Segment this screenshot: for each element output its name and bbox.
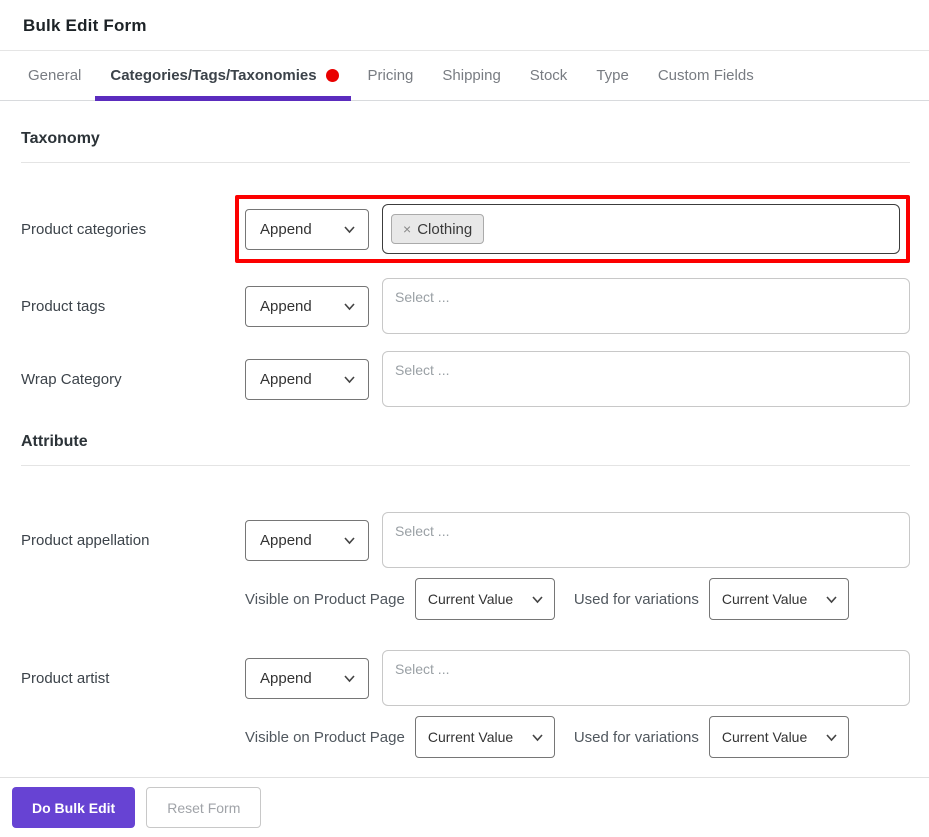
tab-pricing[interactable]: Pricing xyxy=(368,51,414,100)
chip-label: Clothing xyxy=(417,220,473,238)
placeholder-text: Select ... xyxy=(395,362,450,378)
tab-panel-content: Taxonomy Product categories Append × Clo… xyxy=(0,101,929,777)
tab-shipping[interactable]: Shipping xyxy=(442,51,500,100)
header: Bulk Edit Form xyxy=(0,0,929,51)
chevron-down-icon xyxy=(343,300,356,313)
tab-general[interactable]: General xyxy=(28,51,81,100)
product-tags-multiselect[interactable]: Select ... xyxy=(382,278,910,334)
used-for-variations-label: Used for variations xyxy=(573,728,699,746)
red-highlight-box: Append × Clothing xyxy=(235,195,910,263)
chevron-down-icon xyxy=(343,223,356,236)
used-for-variations-label: Used for variations xyxy=(573,590,699,608)
product-appellation-row: Product appellation Append Select ... xyxy=(21,512,910,568)
page-title: Bulk Edit Form xyxy=(23,16,147,35)
product-artist-label: Product artist xyxy=(21,669,110,687)
wrap-category-mode-select[interactable]: Append xyxy=(245,358,369,400)
product-categories-multiselect[interactable]: × Clothing xyxy=(382,204,900,254)
chevron-down-icon xyxy=(343,534,356,547)
selected-term-chip: × Clothing xyxy=(391,214,485,244)
artist-visible-select[interactable]: Current Value xyxy=(414,716,555,758)
product-artist-mode-select[interactable]: Append xyxy=(245,657,369,699)
tab-type[interactable]: Type xyxy=(596,51,629,100)
remove-chip-icon[interactable]: × xyxy=(403,221,411,237)
placeholder-text: Select ... xyxy=(395,523,450,539)
footer-action-bar: Do Bulk Edit Reset Form xyxy=(0,777,929,837)
product-appellation-options-row: Visible on Product Page Current Value Us… xyxy=(245,578,910,620)
tab-stock[interactable]: Stock xyxy=(530,51,568,100)
taxonomy-section-heading: Taxonomy xyxy=(21,130,910,163)
product-appellation-label: Product appellation xyxy=(21,531,150,549)
wrap-category-multiselect[interactable]: Select ... xyxy=(382,351,910,407)
wrap-category-row: Wrap Category Append Select ... xyxy=(21,351,910,407)
product-appellation-mode-select[interactable]: Append xyxy=(245,519,369,561)
product-artist-options-row: Visible on Product Page Current Value Us… xyxy=(245,716,910,758)
product-categories-mode-select[interactable]: Append xyxy=(245,208,369,250)
product-tags-label: Product tags xyxy=(21,297,106,315)
product-tags-row: Product tags Append Select ... xyxy=(21,278,910,334)
product-artist-multiselect[interactable]: Select ... xyxy=(382,650,910,706)
product-artist-row: Product artist Append Select ... xyxy=(21,650,910,706)
tab-bar: General Categories/Tags/Taxonomies Prici… xyxy=(0,51,929,101)
visible-on-product-page-label: Visible on Product Page xyxy=(245,728,405,746)
product-tags-mode-select[interactable]: Append xyxy=(245,285,369,327)
attribute-section-heading: Attribute xyxy=(21,433,910,466)
product-categories-row: Product categories Append × Clothing xyxy=(21,195,910,263)
chevron-down-icon xyxy=(531,593,544,606)
tab-categories-tags-taxonomies[interactable]: Categories/Tags/Taxonomies xyxy=(95,51,351,101)
chevron-down-icon xyxy=(343,672,356,685)
chevron-down-icon xyxy=(343,373,356,386)
appellation-visible-select[interactable]: Current Value xyxy=(414,578,555,620)
chevron-down-icon xyxy=(825,731,838,744)
chevron-down-icon xyxy=(531,731,544,744)
wrap-category-label: Wrap Category xyxy=(21,370,122,388)
reset-form-button[interactable]: Reset Form xyxy=(146,787,262,828)
artist-variations-select[interactable]: Current Value xyxy=(708,716,849,758)
placeholder-text: Select ... xyxy=(395,661,450,677)
product-appellation-multiselect[interactable]: Select ... xyxy=(382,512,910,568)
appellation-variations-select[interactable]: Current Value xyxy=(708,578,849,620)
placeholder-text: Select ... xyxy=(395,289,450,305)
unsaved-changes-dot xyxy=(325,69,339,82)
bulk-edit-form-panel: Bulk Edit Form General Categories/Tags/T… xyxy=(0,0,929,837)
tab-custom-fields[interactable]: Custom Fields xyxy=(658,51,754,100)
chevron-down-icon xyxy=(825,593,838,606)
visible-on-product-page-label: Visible on Product Page xyxy=(245,590,405,608)
product-categories-label: Product categories xyxy=(21,220,147,238)
do-bulk-edit-button[interactable]: Do Bulk Edit xyxy=(12,787,136,828)
